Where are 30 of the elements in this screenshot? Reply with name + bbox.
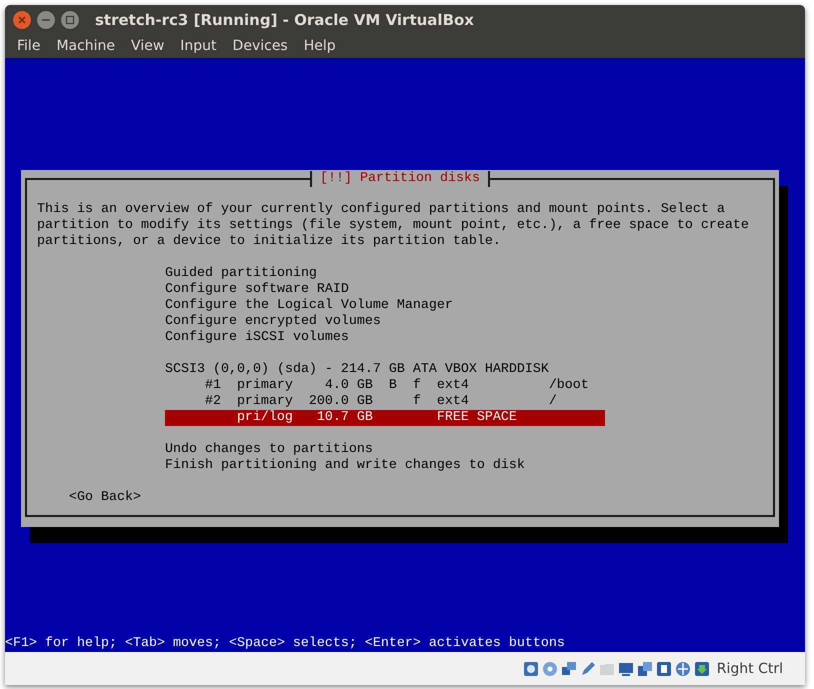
- maximize-button[interactable]: [61, 10, 79, 28]
- optical-icon[interactable]: [542, 660, 558, 676]
- display-icon[interactable]: [618, 660, 634, 676]
- menu-option[interactable]: Guided partitioning: [164, 266, 605, 282]
- partition-row[interactable]: #1 primary 4.0 GB B f ext4 /boot: [164, 378, 605, 394]
- menu-option[interactable]: Configure encrypted volumes: [164, 314, 605, 330]
- window-title: stretch-rc3 [Running] - Oracle VM VirtualBox: [95, 10, 474, 28]
- go-back-button[interactable]: <Go Back>: [68, 490, 141, 506]
- host-key-label: Right Ctrl: [716, 660, 783, 676]
- menu-option[interactable]: Configure the Logical Volume Manager: [164, 298, 605, 314]
- partition-row[interactable]: pri/log 10.7 GB FREE SPACE: [164, 410, 605, 426]
- menu-option[interactable]: Configure software RAID: [164, 282, 605, 298]
- menu-item[interactable]: Machine: [48, 38, 124, 54]
- close-button[interactable]: [13, 10, 31, 28]
- download-icon[interactable]: [694, 660, 710, 676]
- menu-option[interactable]: Finish partitioning and write changes to disk: [164, 458, 605, 474]
- menu-option[interactable]: Undo changes to partitions: [164, 442, 605, 458]
- disk-entry[interactable]: SCSI3 (0,0,0) (sda) - 214.7 GB ATA VBOX HARDDISK: [164, 362, 605, 378]
- menu-item[interactable]: Input: [172, 38, 225, 54]
- menu-item[interactable]: Devices: [224, 38, 296, 54]
- help-line: <F1> for help; <Tab> moves; <Space> selects; <Enter> activates buttons: [5, 636, 566, 652]
- partition-row[interactable]: #2 primary 200.0 GB f ext4 /: [164, 394, 605, 410]
- description-text: This is an overview of your currently configured partitions and mount points. Select a partition to modify its settings (file system, mount point, etc.), a free space to create partitions, or a device to initialize its partition table.: [37, 202, 750, 250]
- dialog-title: [!!] Partition disks: [310, 171, 490, 187]
- minimize-button[interactable]: [37, 10, 55, 28]
- menu-option[interactable]: Configure iSCSI volumes: [164, 330, 605, 346]
- pen-icon[interactable]: [580, 660, 596, 676]
- menu-item[interactable]: Help: [296, 38, 344, 54]
- menu-item[interactable]: File: [9, 38, 48, 54]
- menu-item[interactable]: View: [123, 38, 172, 54]
